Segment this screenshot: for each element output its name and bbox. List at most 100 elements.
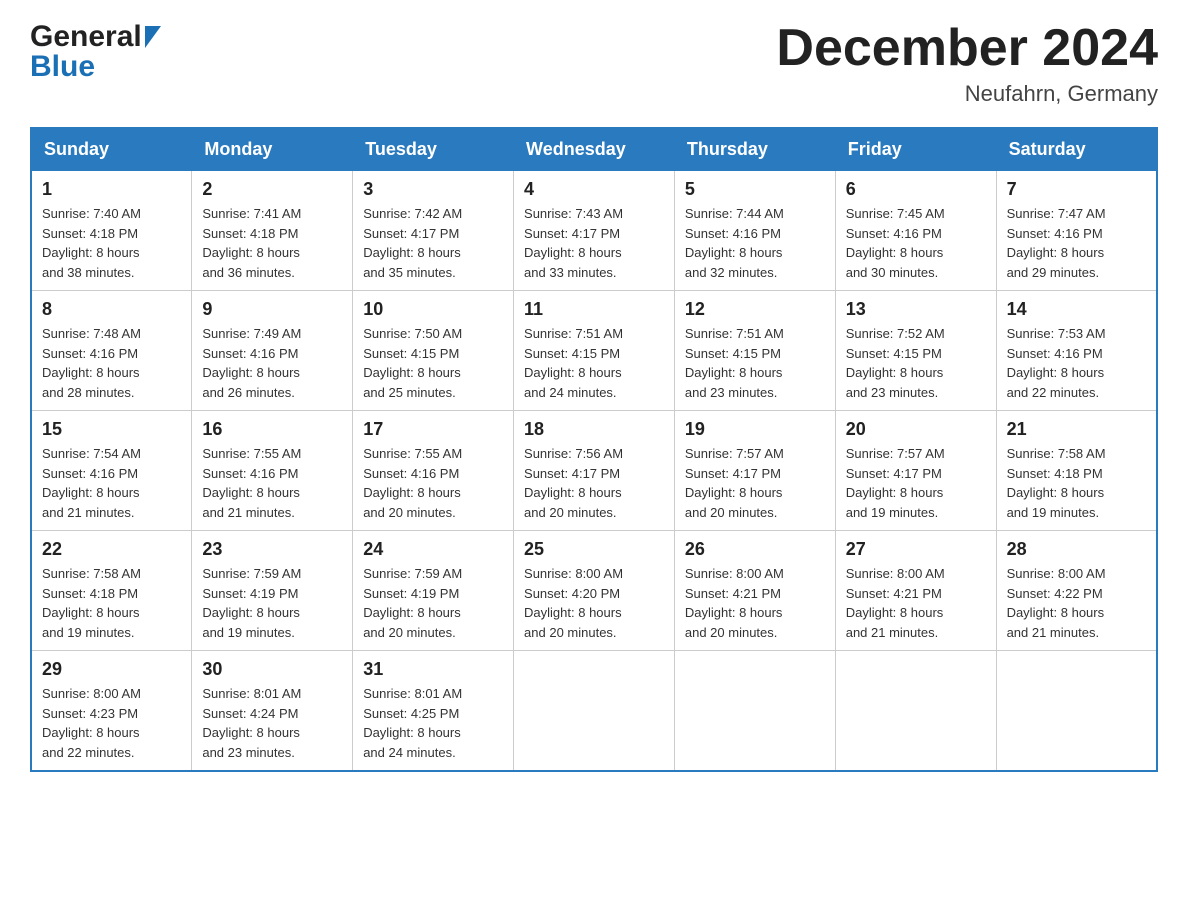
day-number: 7 (1007, 179, 1146, 200)
calendar-cell: 1Sunrise: 7:40 AMSunset: 4:18 PMDaylight… (31, 171, 192, 291)
calendar-cell (996, 651, 1157, 772)
calendar-cell (835, 651, 996, 772)
page-title: December 2024 (776, 20, 1158, 77)
calendar-cell: 10 Sunrise: 7:50 AMSunset: 4:15 PMDayligh… (353, 291, 514, 411)
day-info: Sunrise: 8:00 AMSunset: 4:22 PMDaylight:… (1007, 564, 1146, 642)
day-info: Sunrise: 7:43 AMSunset: 4:17 PMDaylight:… (524, 204, 664, 282)
page-header: General Blue December 2024 Neufahrn, Ger… (30, 20, 1158, 107)
day-info: Sunrise: 7:58 AMSunset: 4:18 PMDaylight:… (1007, 444, 1146, 522)
calendar-cell: 4 Sunrise: 7:43 AMSunset: 4:17 PMDaylight… (514, 171, 675, 291)
day-number: 1 (42, 179, 181, 200)
day-info: Sunrise: 7:55 AMSunset: 4:16 PMDaylight:… (202, 444, 342, 522)
calendar-cell: 26Sunrise: 8:00 AMSunset: 4:21 PMDayligh… (674, 531, 835, 651)
column-header-thursday: Thursday (674, 128, 835, 171)
day-number: 17 (363, 419, 503, 440)
calendar-cell: 28 Sunrise: 8:00 AMSunset: 4:22 PMDayligh… (996, 531, 1157, 651)
day-info: Sunrise: 7:51 AMSunset: 4:15 PMDaylight:… (524, 324, 664, 402)
day-info: Sunrise: 8:00 AMSunset: 4:20 PMDaylight:… (524, 564, 664, 642)
day-number: 27 (846, 539, 986, 560)
column-header-saturday: Saturday (996, 128, 1157, 171)
day-info: Sunrise: 7:57 AMSunset: 4:17 PMDaylight:… (685, 444, 825, 522)
column-header-friday: Friday (835, 128, 996, 171)
logo: General Blue (30, 20, 161, 84)
day-number: 18 (524, 419, 664, 440)
calendar-cell: 15Sunrise: 7:54 AMSunset: 4:16 PMDayligh… (31, 411, 192, 531)
column-header-monday: Monday (192, 128, 353, 171)
calendar-cell: 22Sunrise: 7:58 AMSunset: 4:18 PMDayligh… (31, 531, 192, 651)
day-number: 29 (42, 659, 181, 680)
day-info: Sunrise: 7:49 AMSunset: 4:16 PMDaylight:… (202, 324, 342, 402)
calendar-week-row: 22Sunrise: 7:58 AMSunset: 4:18 PMDayligh… (31, 531, 1157, 651)
day-number: 31 (363, 659, 503, 680)
day-number: 4 (524, 179, 664, 200)
day-number: 8 (42, 299, 181, 320)
calendar-cell: 6Sunrise: 7:45 AMSunset: 4:16 PMDaylight… (835, 171, 996, 291)
column-header-wednesday: Wednesday (514, 128, 675, 171)
day-info: Sunrise: 7:52 AMSunset: 4:15 PMDaylight:… (846, 324, 986, 402)
calendar-cell: 29 Sunrise: 8:00 AMSunset: 4:23 PMDayligh… (31, 651, 192, 772)
day-info: Sunrise: 7:41 AMSunset: 4:18 PMDaylight:… (202, 204, 342, 282)
calendar-cell: 12Sunrise: 7:51 AMSunset: 4:15 PMDayligh… (674, 291, 835, 411)
day-info: Sunrise: 7:42 AMSunset: 4:17 PMDaylight:… (363, 204, 503, 282)
calendar-header-row: SundayMondayTuesdayWednesdayThursdayFrid… (31, 128, 1157, 171)
calendar-week-row: 29 Sunrise: 8:00 AMSunset: 4:23 PMDayligh… (31, 651, 1157, 772)
page-subtitle: Neufahrn, Germany (776, 81, 1158, 107)
calendar-cell: 31 Sunrise: 8:01 AMSunset: 4:25 PMDayligh… (353, 651, 514, 772)
calendar-cell: 30 Sunrise: 8:01 AMSunset: 4:24 PMDayligh… (192, 651, 353, 772)
day-info: Sunrise: 7:57 AMSunset: 4:17 PMDaylight:… (846, 444, 986, 522)
calendar-cell: 7 Sunrise: 7:47 AMSunset: 4:16 PMDaylight… (996, 171, 1157, 291)
day-number: 14 (1007, 299, 1146, 320)
day-number: 3 (363, 179, 503, 200)
calendar-table: SundayMondayTuesdayWednesdayThursdayFrid… (30, 127, 1158, 772)
day-info: Sunrise: 7:50 AMSunset: 4:15 PMDaylight:… (363, 324, 503, 402)
day-info: Sunrise: 7:54 AMSunset: 4:16 PMDaylight:… (42, 444, 181, 522)
day-info: Sunrise: 7:55 AMSunset: 4:16 PMDaylight:… (363, 444, 503, 522)
day-info: Sunrise: 7:59 AMSunset: 4:19 PMDaylight:… (202, 564, 342, 642)
day-info: Sunrise: 7:53 AMSunset: 4:16 PMDaylight:… (1007, 324, 1146, 402)
calendar-cell: 21Sunrise: 7:58 AMSunset: 4:18 PMDayligh… (996, 411, 1157, 531)
calendar-cell: 24 Sunrise: 7:59 AMSunset: 4:19 PMDayligh… (353, 531, 514, 651)
calendar-cell: 17 Sunrise: 7:55 AMSunset: 4:16 PMDayligh… (353, 411, 514, 531)
day-number: 19 (685, 419, 825, 440)
day-info: Sunrise: 8:00 AMSunset: 4:23 PMDaylight:… (42, 684, 181, 762)
calendar-cell: 23 Sunrise: 7:59 AMSunset: 4:19 PMDayligh… (192, 531, 353, 651)
day-info: Sunrise: 8:00 AMSunset: 4:21 PMDaylight:… (846, 564, 986, 642)
calendar-cell: 25Sunrise: 8:00 AMSunset: 4:20 PMDayligh… (514, 531, 675, 651)
calendar-cell (514, 651, 675, 772)
day-info: Sunrise: 8:00 AMSunset: 4:21 PMDaylight:… (685, 564, 825, 642)
day-number: 12 (685, 299, 825, 320)
day-number: 6 (846, 179, 986, 200)
day-info: Sunrise: 7:48 AMSunset: 4:16 PMDaylight:… (42, 324, 181, 402)
day-number: 16 (202, 419, 342, 440)
day-info: Sunrise: 8:01 AMSunset: 4:24 PMDaylight:… (202, 684, 342, 762)
day-number: 13 (846, 299, 986, 320)
day-info: Sunrise: 7:47 AMSunset: 4:16 PMDaylight:… (1007, 204, 1146, 282)
calendar-cell: 2Sunrise: 7:41 AMSunset: 4:18 PMDaylight… (192, 171, 353, 291)
day-number: 23 (202, 539, 342, 560)
calendar-cell: 8 Sunrise: 7:48 AMSunset: 4:16 PMDaylight… (31, 291, 192, 411)
day-info: Sunrise: 8:01 AMSunset: 4:25 PMDaylight:… (363, 684, 503, 762)
title-block: December 2024 Neufahrn, Germany (776, 20, 1158, 107)
day-info: Sunrise: 7:44 AMSunset: 4:16 PMDaylight:… (685, 204, 825, 282)
calendar-cell: 27 Sunrise: 8:00 AMSunset: 4:21 PMDayligh… (835, 531, 996, 651)
day-number: 11 (524, 299, 664, 320)
day-info: Sunrise: 7:59 AMSunset: 4:19 PMDaylight:… (363, 564, 503, 642)
day-number: 20 (846, 419, 986, 440)
calendar-cell: 9Sunrise: 7:49 AMSunset: 4:16 PMDaylight… (192, 291, 353, 411)
calendar-cell: 20 Sunrise: 7:57 AMSunset: 4:17 PMDayligh… (835, 411, 996, 531)
logo-triangle-icon (145, 26, 161, 48)
day-number: 10 (363, 299, 503, 320)
calendar-cell: 3 Sunrise: 7:42 AMSunset: 4:17 PMDaylight… (353, 171, 514, 291)
day-number: 24 (363, 539, 503, 560)
calendar-cell: 16 Sunrise: 7:55 AMSunset: 4:16 PMDayligh… (192, 411, 353, 531)
calendar-cell: 18Sunrise: 7:56 AMSunset: 4:17 PMDayligh… (514, 411, 675, 531)
day-number: 28 (1007, 539, 1146, 560)
calendar-cell: 14 Sunrise: 7:53 AMSunset: 4:16 PMDayligh… (996, 291, 1157, 411)
calendar-cell (674, 651, 835, 772)
calendar-cell: 19 Sunrise: 7:57 AMSunset: 4:17 PMDayligh… (674, 411, 835, 531)
calendar-week-row: 15Sunrise: 7:54 AMSunset: 4:16 PMDayligh… (31, 411, 1157, 531)
calendar-week-row: 8 Sunrise: 7:48 AMSunset: 4:16 PMDaylight… (31, 291, 1157, 411)
day-number: 30 (202, 659, 342, 680)
calendar-cell: 5Sunrise: 7:44 AMSunset: 4:16 PMDaylight… (674, 171, 835, 291)
logo-blue-text: Blue (30, 50, 95, 84)
